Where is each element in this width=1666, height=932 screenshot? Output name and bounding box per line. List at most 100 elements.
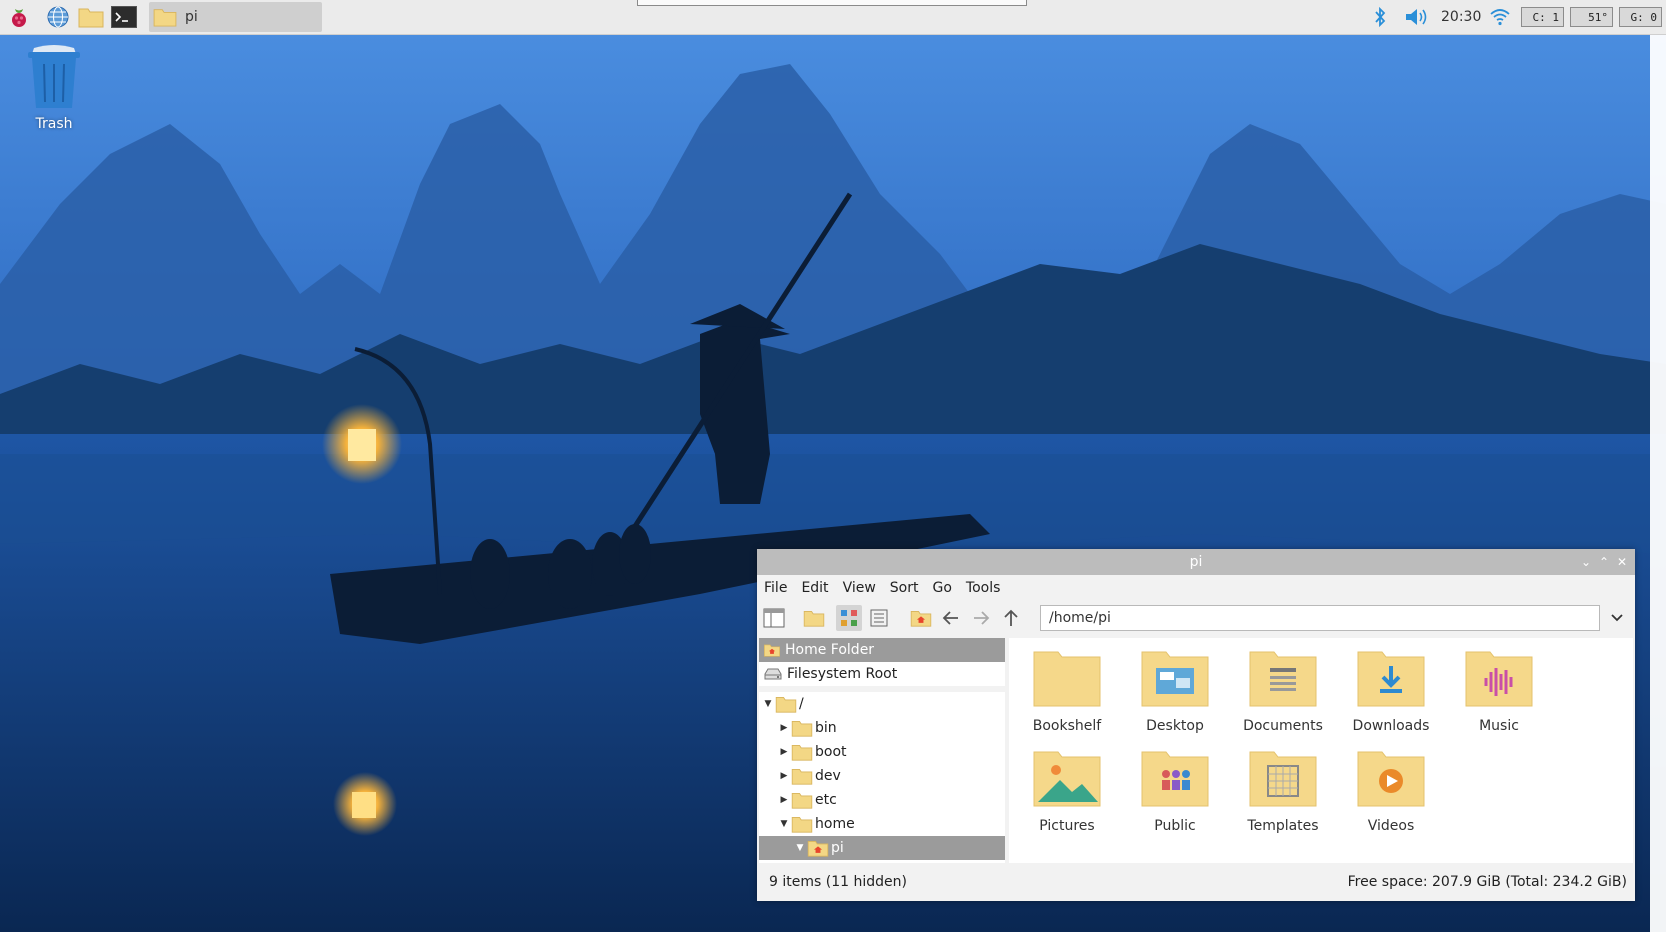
folder-item-desktop[interactable]: Desktop bbox=[1123, 646, 1227, 734]
item-label: Templates bbox=[1247, 818, 1319, 834]
tree-node-dev[interactable]: ▶ dev bbox=[759, 764, 1005, 788]
menu-file[interactable]: File bbox=[764, 580, 787, 596]
desktop-trash[interactable]: Trash bbox=[22, 42, 86, 132]
templates-folder-icon bbox=[1249, 751, 1317, 807]
drive-icon bbox=[764, 668, 782, 680]
item-label: Videos bbox=[1367, 818, 1415, 834]
menu-go[interactable]: Go bbox=[933, 580, 952, 596]
tree-node-boot[interactable]: ▶ boot bbox=[759, 740, 1005, 764]
arrow-left-icon bbox=[942, 611, 958, 625]
folder-item-documents[interactable]: Documents bbox=[1231, 646, 1335, 734]
free-space-status: Free space: 207.9 GiB (Total: 234.2 GiB) bbox=[1347, 874, 1627, 890]
window-titlebar[interactable]: pi ⌄ ⌃ ✕ bbox=[757, 549, 1635, 575]
back-button[interactable] bbox=[938, 605, 964, 631]
up-button[interactable] bbox=[998, 605, 1024, 631]
expander-down-icon[interactable]: ▼ bbox=[761, 699, 775, 709]
videos-folder-icon bbox=[1357, 751, 1425, 807]
temperature-monitor[interactable]: 51° bbox=[1570, 7, 1613, 27]
tree-node-home[interactable]: ▼ home bbox=[759, 812, 1005, 836]
expander-down-icon[interactable]: ▼ bbox=[793, 843, 807, 853]
item-label: Documents bbox=[1243, 718, 1323, 734]
path-input[interactable]: /home/pi bbox=[1040, 605, 1600, 631]
tree-node-bin[interactable]: ▶ bin bbox=[759, 716, 1005, 740]
raspberry-menu-button[interactable] bbox=[6, 4, 32, 30]
tree-node-label: bin bbox=[815, 720, 837, 736]
trash-icon bbox=[28, 45, 80, 108]
directory-tree: ▼ / ▶ bin ▶ boot ▶ dev ▶ etc ▼ home ▼ pi bbox=[759, 692, 1005, 863]
folder-icon bbox=[791, 817, 813, 833]
menu-view[interactable]: View bbox=[843, 580, 876, 596]
item-label: Bookshelf bbox=[1032, 718, 1102, 734]
file-manager-button[interactable] bbox=[78, 4, 104, 30]
menu-bar: File Edit View Sort Go Tools bbox=[757, 575, 1635, 601]
home-icon bbox=[764, 644, 780, 657]
folder-icon bbox=[153, 9, 177, 27]
folder-icon bbox=[775, 697, 797, 713]
place-home-folder[interactable]: Home Folder bbox=[759, 638, 1005, 662]
folder-item-bookshelf[interactable]: Bookshelf bbox=[1015, 646, 1119, 734]
folder-item-pictures[interactable]: Pictures bbox=[1015, 746, 1119, 834]
folder-view: Bookshelf Desktop Documents Downloads Mu… bbox=[1009, 638, 1633, 863]
home-folder-icon bbox=[910, 611, 932, 627]
minimize-button[interactable]: ⌄ bbox=[1577, 549, 1595, 575]
terminal-button[interactable] bbox=[111, 4, 137, 30]
gpu-monitor[interactable]: G: 0 bbox=[1619, 7, 1662, 27]
expander-right-icon[interactable]: ▶ bbox=[777, 723, 791, 733]
expander-right-icon[interactable]: ▶ bbox=[777, 771, 791, 781]
folder-item-videos[interactable]: Videos bbox=[1339, 746, 1443, 834]
menu-tools[interactable]: Tools bbox=[966, 580, 1001, 596]
folder-icon bbox=[791, 793, 813, 809]
place-filesystem-root[interactable]: Filesystem Root bbox=[759, 662, 1005, 686]
item-count-status: 9 items (11 hidden) bbox=[769, 874, 907, 890]
public-folder-icon bbox=[1141, 751, 1209, 807]
web-browser-button[interactable] bbox=[45, 4, 71, 30]
status-bar: 9 items (11 hidden) Free space: 207.9 Gi… bbox=[757, 863, 1635, 901]
taskbar-window-label: pi bbox=[185, 9, 198, 25]
path-history-dropdown[interactable] bbox=[1605, 605, 1629, 631]
folder-icon bbox=[791, 721, 813, 737]
screen-edge-strip bbox=[1650, 34, 1666, 932]
maximize-button[interactable]: ⌃ bbox=[1595, 549, 1613, 575]
tree-node-label: boot bbox=[815, 744, 847, 760]
new-window-button[interactable] bbox=[761, 605, 787, 631]
folder-item-public[interactable]: Public bbox=[1123, 746, 1227, 834]
folder-item-downloads[interactable]: Downloads bbox=[1339, 646, 1443, 734]
item-label: Downloads bbox=[1352, 718, 1430, 734]
expander-right-icon[interactable]: ▶ bbox=[777, 795, 791, 805]
expander-down-icon[interactable]: ▼ bbox=[777, 819, 791, 829]
wifi-button[interactable] bbox=[1489, 4, 1511, 30]
menu-edit[interactable]: Edit bbox=[801, 580, 828, 596]
icon-view-icon bbox=[841, 610, 857, 626]
tree-node-etc[interactable]: ▶ etc bbox=[759, 788, 1005, 812]
music-folder-icon bbox=[1465, 651, 1533, 707]
window-icon bbox=[763, 608, 785, 628]
taskbar: pi 20:30 C: 1 51° G: 0 bbox=[0, 0, 1666, 35]
folder-icon bbox=[791, 745, 813, 761]
forward-button[interactable] bbox=[968, 605, 994, 631]
wifi-icon bbox=[1490, 9, 1510, 26]
bluetooth-button[interactable] bbox=[1373, 4, 1387, 30]
tree-node-label: etc bbox=[815, 792, 837, 808]
clock[interactable]: 20:30 bbox=[1441, 4, 1481, 30]
menu-sort[interactable]: Sort bbox=[890, 580, 919, 596]
tree-node-root[interactable]: ▼ / bbox=[759, 692, 1005, 716]
folder-icon bbox=[791, 769, 813, 785]
icon-view-button[interactable] bbox=[836, 605, 862, 631]
expander-right-icon[interactable]: ▶ bbox=[777, 747, 791, 757]
close-button[interactable]: ✕ bbox=[1613, 549, 1631, 575]
bluetooth-icon bbox=[1375, 6, 1386, 28]
volume-button[interactable] bbox=[1404, 4, 1430, 30]
file-manager-window: pi ⌄ ⌃ ✕ File Edit View Sort Go Tools /h… bbox=[757, 549, 1635, 901]
folder-icon bbox=[1033, 651, 1101, 707]
cpu-monitor[interactable]: C: 1 bbox=[1521, 7, 1564, 27]
new-folder-button[interactable] bbox=[801, 605, 827, 631]
pictures-folder-icon bbox=[1033, 751, 1101, 807]
tree-node-label: pi bbox=[831, 840, 844, 856]
speaker-icon bbox=[1406, 9, 1427, 25]
taskbar-window-pi[interactable]: pi bbox=[149, 2, 322, 32]
folder-item-music[interactable]: Music bbox=[1447, 646, 1551, 734]
home-button[interactable] bbox=[908, 605, 934, 631]
tree-node-pi[interactable]: ▼ pi bbox=[759, 836, 1005, 860]
list-view-button[interactable] bbox=[866, 605, 892, 631]
folder-item-templates[interactable]: Templates bbox=[1231, 746, 1335, 834]
